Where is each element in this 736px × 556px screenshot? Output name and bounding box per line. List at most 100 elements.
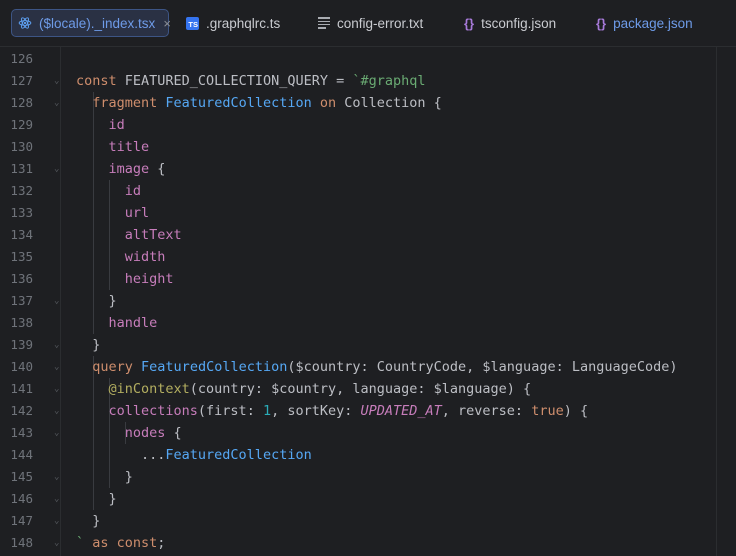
- code-text: ` as const;: [76, 532, 165, 554]
- fold-chevron-icon[interactable]: ⌄: [54, 97, 59, 109]
- code-token: nodes: [124, 425, 166, 441]
- fold-chevron-icon[interactable]: ⌄: [54, 295, 59, 307]
- code-line[interactable]: 126: [0, 48, 736, 70]
- code-line[interactable]: 131 ⌄ image {: [0, 158, 736, 180]
- code-line[interactable]: 137 ⌄ }: [0, 290, 736, 312]
- line-number: 142: [10, 403, 33, 418]
- fold-chevron-icon[interactable]: ⌄: [54, 493, 59, 505]
- text-file-icon: [318, 17, 330, 29]
- code-token: title: [108, 139, 150, 155]
- code-line[interactable]: 146 ⌄ }: [0, 488, 736, 510]
- fold-chevron-icon[interactable]: ⌄: [54, 471, 59, 483]
- tab-locale-index-tsx[interactable]: ($locale)._index.tsx ×: [11, 9, 171, 37]
- code-line[interactable]: 140 ⌄ query FeaturedCollection($country: …: [0, 356, 736, 378]
- code-line[interactable]: 138 handle: [0, 312, 736, 334]
- code-token: ($country: CountryCode, $language: Langu…: [287, 359, 678, 375]
- line-number: 131: [10, 161, 33, 176]
- code-text: image {: [76, 158, 166, 180]
- fold-chevron-icon[interactable]: ⌄: [54, 515, 59, 527]
- close-tab-icon[interactable]: ×: [163, 16, 171, 31]
- code-line[interactable]: 130 title: [0, 136, 736, 158]
- code-token: FeaturedCollection: [141, 359, 288, 375]
- code-line[interactable]: 135 width: [0, 246, 736, 268]
- code-text: }: [76, 334, 100, 356]
- line-number: 136: [10, 271, 33, 286]
- code-line[interactable]: 147 ⌄ }: [0, 510, 736, 532]
- fold-chevron-icon[interactable]: ⌄: [54, 339, 59, 351]
- line-number: 146: [10, 491, 33, 506]
- line-number: 145: [10, 469, 33, 484]
- line-number: 132: [10, 183, 33, 198]
- code-token: altText: [124, 227, 182, 243]
- code-text: id: [76, 114, 125, 136]
- code-token: ) {: [563, 403, 589, 419]
- code-token: on: [319, 95, 345, 111]
- code-line[interactable]: 132 id: [0, 180, 736, 202]
- code-line[interactable]: 129 id: [0, 114, 736, 136]
- code-token: @inContext: [108, 381, 190, 397]
- code-token: Collection {: [344, 95, 442, 111]
- code-text: title: [76, 136, 150, 158]
- line-number: 148: [10, 535, 33, 550]
- code-line[interactable]: 148 ⌄ ` as const;: [0, 532, 736, 554]
- code-line[interactable]: 141 ⌄ @inContext(country: $country, langu…: [0, 378, 736, 400]
- tab-tsconfig-json[interactable]: {} tsconfig.json: [464, 0, 556, 46]
- code-token: }: [76, 293, 117, 309]
- tab-graphqlrc-ts[interactable]: TS .graphqlrc.ts: [186, 0, 280, 46]
- code-line[interactable]: 145 ⌄ }: [0, 466, 736, 488]
- code-token: width: [124, 249, 166, 265]
- code-text: ...FeaturedCollection: [76, 444, 312, 466]
- code-token: `: [76, 535, 93, 551]
- code-token: UPDATED_AT: [360, 403, 442, 419]
- code-token: ;: [157, 535, 166, 551]
- fold-chevron-icon[interactable]: ⌄: [54, 383, 59, 395]
- code-line[interactable]: 143 ⌄ nodes {: [0, 422, 736, 444]
- code-line[interactable]: 127 ⌄ const FEATURED_COLLECTION_QUERY = `#…: [0, 70, 736, 92]
- code-token: }: [76, 469, 133, 485]
- tab-config-error-txt[interactable]: config-error.txt: [318, 0, 423, 46]
- code-token: id: [124, 183, 142, 199]
- json-icon: {}: [464, 15, 475, 31]
- code-token: image: [108, 161, 150, 177]
- code-text: width: [76, 246, 166, 268]
- code-line[interactable]: 133 url: [0, 202, 736, 224]
- line-number: 138: [10, 315, 33, 330]
- fold-chevron-icon[interactable]: ⌄: [54, 405, 59, 417]
- line-number: 127: [10, 73, 33, 88]
- typescript-icon: TS: [186, 16, 199, 30]
- code-text: collections(first: 1, sortKey: UPDATED_A…: [76, 400, 589, 422]
- code-line[interactable]: 134 altText: [0, 224, 736, 246]
- code-line[interactable]: 142 ⌄ collections(first: 1, sortKey: UPDA…: [0, 400, 736, 422]
- code-line[interactable]: 144 ...FeaturedCollection: [0, 444, 736, 466]
- code-text: }: [76, 488, 117, 510]
- code-line[interactable]: 136 height: [0, 268, 736, 290]
- code-token: as const: [92, 535, 158, 551]
- code-text: @inContext(country: $country, language: …: [76, 378, 532, 400]
- fold-chevron-icon[interactable]: ⌄: [54, 75, 59, 87]
- line-number: 139: [10, 337, 33, 352]
- fold-chevron-icon[interactable]: ⌄: [54, 427, 59, 439]
- fold-chevron-icon[interactable]: ⌄: [54, 361, 59, 373]
- code-editor[interactable]: 126 127 ⌄ const FEATURED_COLLECTION_QUERY =…: [0, 47, 736, 556]
- react-icon: [18, 16, 32, 30]
- code-text: id: [76, 180, 141, 202]
- code-line[interactable]: 128 ⌄ fragment FeaturedCollection on Coll…: [0, 92, 736, 114]
- code-token: FEATURED_COLLECTION_QUERY =: [124, 73, 353, 89]
- code-token: id: [108, 117, 125, 133]
- code-token: , sortKey:: [271, 403, 361, 419]
- code-token: FeaturedCollection: [165, 95, 320, 111]
- line-number: 143: [10, 425, 33, 440]
- tab-package-json[interactable]: {} package.json: [596, 0, 693, 46]
- line-number: 126: [10, 51, 33, 66]
- fold-chevron-icon[interactable]: ⌄: [54, 163, 59, 175]
- fold-chevron-icon[interactable]: ⌄: [54, 537, 59, 549]
- code-line[interactable]: 139 ⌄ }: [0, 334, 736, 356]
- code-text: }: [76, 510, 100, 532]
